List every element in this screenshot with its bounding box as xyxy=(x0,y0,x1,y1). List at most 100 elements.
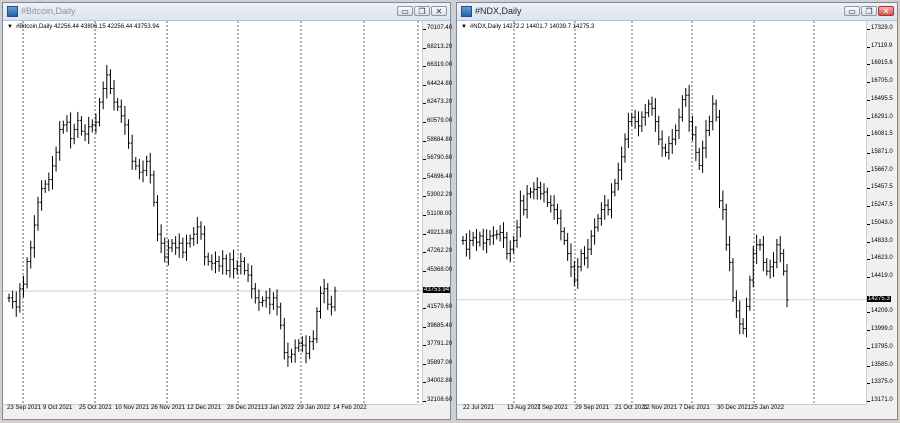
date-tick-label: 30 Dec 2021 xyxy=(717,405,752,411)
ohlc-bar xyxy=(674,124,678,146)
date-tick-label: 28 Dec 2021 xyxy=(227,405,262,411)
ohlc-bar xyxy=(535,177,539,200)
ohlc-bar xyxy=(707,115,711,137)
ohlc-bar xyxy=(308,335,312,360)
ohlc-bar xyxy=(572,260,576,286)
price-tick-label: 32108.60 xyxy=(422,397,453,403)
ohlc-bar xyxy=(116,97,120,111)
ohlc-bar xyxy=(90,119,94,133)
ohlc-bar xyxy=(782,249,786,276)
symbol-info: ▼ #Bitcoin,Daily 42256.44 43806.15 42256.… xyxy=(7,24,160,30)
ohlc-bar xyxy=(257,289,261,311)
ndx-chart-window[interactable]: #NDX,Daily ▭ ❐ ✕ ▼ #NDX,Daily 14272.2 144… xyxy=(456,2,898,420)
ohlc-bar xyxy=(556,203,559,225)
price-tick-label: 17329.0 xyxy=(867,25,893,31)
bitcoin-chart-window[interactable]: #Bitcoin,Daily ▭ ❐ ✕ ▼ #Bitcoin,Daily 422… xyxy=(2,2,453,420)
price-tick-label: 16705.0 xyxy=(867,78,893,85)
price-tick-label: 13795.0 xyxy=(867,343,893,350)
ohlc-bar xyxy=(711,95,715,131)
date-tick-label: 7 Dec 2021 xyxy=(679,405,710,411)
ohlc-bar xyxy=(731,258,735,303)
ohlc-bar xyxy=(87,116,91,144)
titlebar[interactable]: #NDX,Daily ▭ ❐ ✕ xyxy=(457,3,897,21)
price-tick-label: 54896.40 xyxy=(422,173,453,180)
ohlc-bar xyxy=(583,246,586,266)
ohlc-bar xyxy=(724,203,728,251)
ohlc-bar xyxy=(579,249,583,272)
ohlc-bar xyxy=(14,291,18,317)
ohlc-bar xyxy=(670,128,674,154)
ohlc-bar xyxy=(525,184,529,219)
price-tick-label: 15043.0 xyxy=(867,219,893,226)
ohlc-bar xyxy=(206,252,210,266)
ohlc-bar xyxy=(315,307,319,344)
ohlc-bar xyxy=(7,293,11,303)
price-chart-area[interactable]: ▼ #Bitcoin,Daily 42256.44 43806.15 42256.… xyxy=(3,21,423,405)
restore-button[interactable]: ❐ xyxy=(861,6,877,16)
date-tick-label: 13 Aug 2021 xyxy=(507,405,541,411)
ohlc-bar xyxy=(170,239,174,253)
price-tick-label: 66319.00 xyxy=(422,62,453,69)
ohlc-bar xyxy=(275,289,279,316)
dropdown-arrow-icon[interactable]: ▼ xyxy=(461,24,467,30)
ohlc-bar xyxy=(253,283,257,304)
close-button[interactable]: ✕ xyxy=(431,6,447,16)
price-tick-label: 35897.00 xyxy=(422,359,453,366)
ohlc-bar xyxy=(495,229,499,240)
ohlc-bar xyxy=(224,254,228,275)
restore-button[interactable]: ❐ xyxy=(414,6,430,16)
dropdown-arrow-icon[interactable]: ▼ xyxy=(7,24,13,30)
current-price-label: 43753.94 xyxy=(423,287,451,293)
price-tick-label: 70107.40 xyxy=(422,25,453,31)
ohlc-bar xyxy=(250,265,254,299)
time-axis: 23 Sep 2021 9 Oct 2021 25 Oct 2021 10 Nov 2… xyxy=(3,405,423,416)
price-tick-label: 16915.6 xyxy=(867,60,893,67)
titlebar[interactable]: #Bitcoin,Daily ▭ ❐ ✕ xyxy=(3,3,450,21)
ohlc-bar xyxy=(599,202,603,226)
ohlc-bar xyxy=(768,259,772,279)
price-tick-label: 15247.5 xyxy=(867,202,893,209)
ohlc-bar xyxy=(576,258,580,289)
ohlc-bar xyxy=(475,228,478,251)
price-tick-label: 49213.80 xyxy=(422,229,453,236)
ohlc-bar xyxy=(188,234,192,248)
ohlc-bar xyxy=(79,116,83,136)
ohlc-bar xyxy=(653,98,657,132)
ohlc-bar xyxy=(43,179,47,193)
ohlc-bar xyxy=(58,120,62,161)
ohlc-bar xyxy=(761,236,765,272)
ohlc-bar xyxy=(300,336,304,353)
ohlc-bar xyxy=(54,146,58,172)
price-tick-label: 14419.0 xyxy=(867,273,893,279)
price-chart-area[interactable]: ▼ #NDX,Daily 14272.2 14401.7 14039.7 1427… xyxy=(457,21,867,405)
ohlc-bar xyxy=(40,180,44,211)
close-button[interactable]: ✕ xyxy=(878,6,894,16)
ohlc-bar xyxy=(69,112,73,149)
ohlc-bar xyxy=(112,80,116,111)
minimize-button[interactable]: ▭ xyxy=(844,6,860,16)
ohlc-bar xyxy=(491,226,495,245)
ohlc-bar xyxy=(83,124,87,142)
price-tick-label: 17119.9 xyxy=(866,42,893,49)
ohlc-bar xyxy=(691,115,694,141)
ohlc-bar xyxy=(203,225,207,266)
ohlc-bar xyxy=(137,158,141,180)
date-tick-label: 22 Jul 2021 xyxy=(463,405,495,411)
ohlc-bar xyxy=(734,290,738,319)
ohlc-bar xyxy=(677,108,681,140)
ohlc-bar xyxy=(606,199,610,216)
ohlc-bar xyxy=(505,231,509,260)
ohlc-bar xyxy=(184,234,188,261)
price-tick-label: 53002.20 xyxy=(422,192,453,199)
date-tick-label: 23 Sep 2021 xyxy=(7,405,42,411)
ohlc-bar xyxy=(738,300,742,335)
date-tick-label: 10 Nov 2021 xyxy=(115,405,150,411)
ohlc-bar xyxy=(593,218,597,245)
ohlc-bar xyxy=(105,64,109,99)
ohlc-bar xyxy=(562,227,566,245)
ohlc-bar xyxy=(181,237,185,259)
minimize-button[interactable]: ▭ xyxy=(397,6,413,16)
ohlc-bar xyxy=(697,147,701,170)
ohlc-bar xyxy=(755,234,759,264)
date-tick-label: 26 Nov 2021 xyxy=(151,405,186,411)
